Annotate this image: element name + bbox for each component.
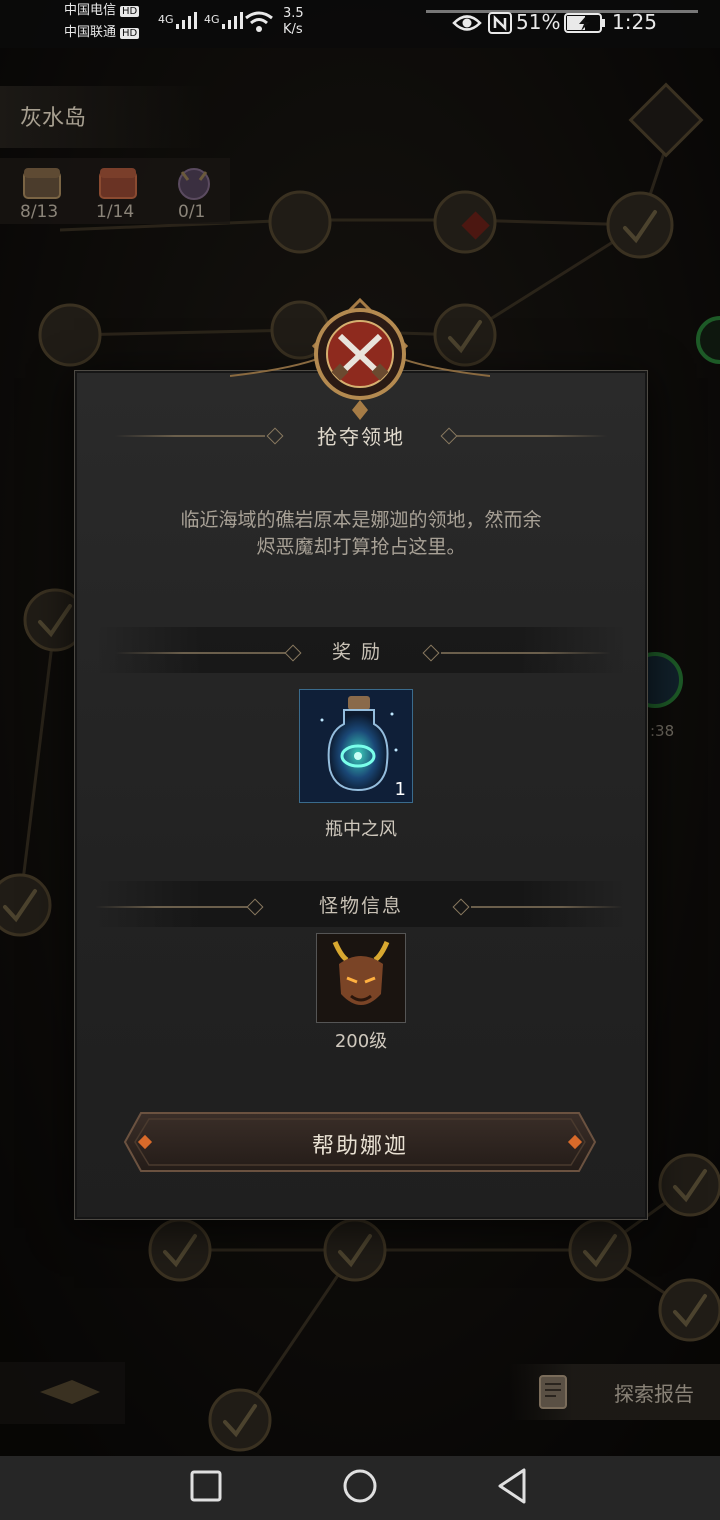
reward-title-wrap: 奖励 [75, 637, 647, 664]
system-nav-bar [0, 1456, 720, 1520]
help-naga-label: 帮助娜迦 [311, 1134, 408, 1159]
demon-icon [178, 168, 210, 200]
carrier-2: 中国联通 HD [64, 25, 140, 40]
counter-treasure: 1/14 [96, 202, 135, 222]
reward-rule-right [441, 652, 611, 654]
quest-description: 临近海域的礁岩原本是娜迦的领地，然而余 烬恶魔却打算抢占这里。 [115, 507, 607, 561]
monster-title-wrap: 怪物信息 [75, 891, 647, 918]
reward-quantity: 1 [394, 779, 406, 800]
description-line-1: 临近海域的礁岩原本是娜迦的领地，然而余 [180, 509, 542, 531]
counter-demon: 0/1 [178, 202, 206, 222]
eye-icon [452, 15, 482, 31]
monster-level: 200级 [334, 1031, 388, 1052]
reward-name: 瓶中之风 [325, 819, 397, 840]
recent-apps-button[interactable] [188, 1468, 224, 1504]
battery-percent: 51% [516, 10, 561, 34]
chest-icon [23, 168, 61, 199]
clock: 1:25 [612, 10, 657, 34]
reward-section-title: 奖励 [331, 641, 390, 663]
battery-icon [564, 13, 605, 33]
help-naga-button[interactable]: 帮助娜迦 [123, 1111, 597, 1173]
net-speed: 3.5 K/s [283, 6, 304, 37]
monster-rule-right [471, 906, 623, 908]
carrier-1: 中国电信 HD [64, 3, 140, 18]
side-timer: :38 [650, 722, 675, 740]
monster-section-title: 怪物信息 [318, 895, 403, 917]
monster-portrait-slot[interactable] [316, 933, 406, 1023]
reward-name-wrap: 瓶中之风 [75, 815, 647, 841]
status-bar: 中国电信 HD 中国联通 HD 4G 4G 3.5 K/s 51% 1:25 [0, 0, 720, 48]
nfc-icon [488, 12, 512, 34]
treasure-icon [99, 168, 137, 199]
description-line-2: 烬恶魔却打算抢占这里。 [256, 536, 466, 558]
reward-item-slot[interactable]: 1 [299, 689, 413, 803]
signal-1-icon: 4G [158, 10, 204, 30]
quest-modal: 抢夺领地 临近海域的礁岩原本是娜迦的领地，然而余 烬恶魔却打算抢占这里。 奖励 [74, 370, 648, 1220]
wifi-icon [245, 11, 273, 32]
scroll-icon[interactable] [532, 1370, 576, 1414]
signal-2-icon: 4G [204, 10, 250, 30]
demon-portrait-icon [317, 934, 405, 1022]
report-label[interactable]: 探索报告 [614, 1378, 694, 1407]
counter-chest: 8/13 [20, 202, 59, 222]
title-rule-right [457, 435, 607, 437]
back-button[interactable] [494, 1466, 530, 1506]
help-label-wrap: 帮助娜迦 [123, 1128, 597, 1160]
modal-title: 抢夺领地 [317, 425, 405, 449]
home-button[interactable] [340, 1466, 380, 1506]
monster-level-wrap: 200级 [75, 1027, 647, 1053]
region-name: 灰水岛 [20, 106, 87, 131]
counter-strip: 8/13 1/14 0/1 [0, 158, 230, 224]
crossed-swords-emblem-icon [230, 297, 490, 420]
